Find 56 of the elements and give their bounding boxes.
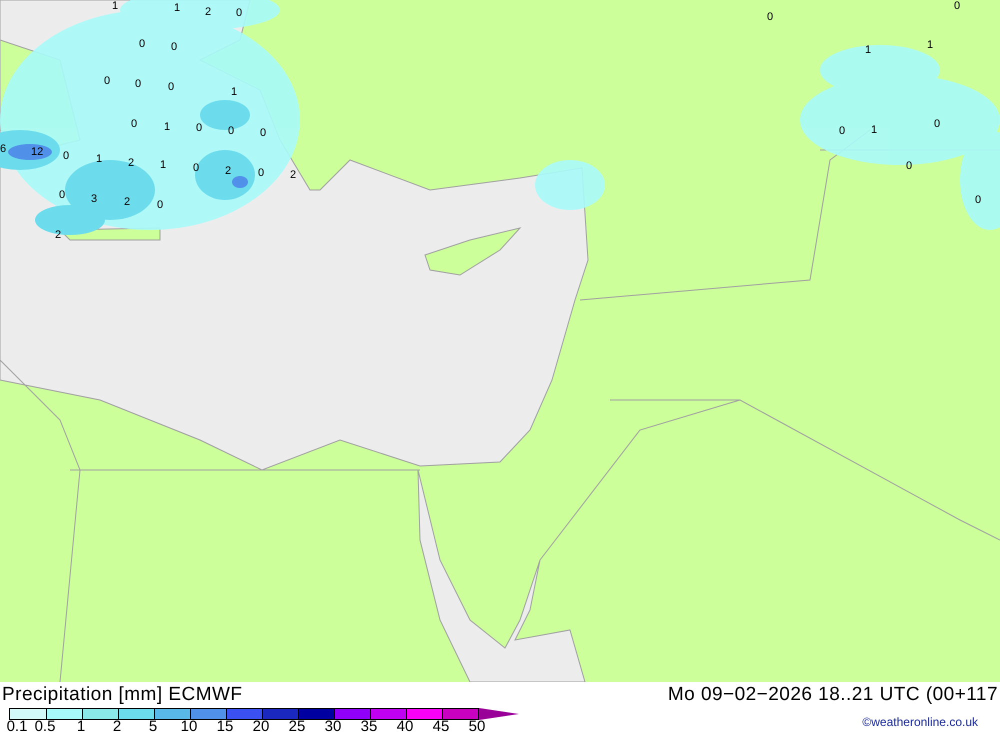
map-value-label: 0 — [975, 194, 982, 206]
map-value-label: 1 — [174, 2, 180, 14]
map-value-label: 1 — [112, 0, 118, 12]
map-value-label: 0 — [228, 125, 234, 137]
map-value-label: 1 — [160, 159, 166, 171]
map-value-label: 0 — [260, 127, 266, 139]
map-value-label: 1 — [865, 44, 872, 56]
legend-tick-label: 25 — [288, 720, 306, 733]
map-value-label: 0 — [236, 7, 242, 19]
map-value-label: 6 — [0, 143, 6, 155]
map-value-label: 12 — [31, 146, 44, 158]
map-value-label: 2 — [124, 196, 130, 208]
map-value-label: 0 — [139, 38, 146, 50]
map-value-label: 0 — [906, 160, 912, 172]
map-value-label: 1 — [231, 86, 238, 98]
map-value-label: 1 — [164, 121, 170, 133]
legend-tick-label: 2 — [112, 720, 122, 733]
map-title: Precipitation [mm] ECMWF — [1, 684, 242, 706]
map-value-label: 0 — [157, 199, 164, 211]
legend-tick-label: 15 — [216, 720, 234, 733]
legend-tick-label: 40 — [396, 720, 414, 733]
legend-tick-label: 35 — [360, 720, 378, 733]
map-value-label: 0 — [171, 41, 178, 53]
map-value-label: 0 — [767, 11, 774, 23]
map-value-label: 2 — [290, 169, 296, 181]
legend-tick-label: 1 — [76, 720, 86, 733]
map-value-label: 0 — [258, 167, 264, 179]
legend-tick-label: 5 — [148, 720, 158, 733]
map-value-label: 0 — [63, 150, 70, 162]
map-value-label: 1 — [96, 153, 102, 165]
legend-tick-label: 50 — [468, 720, 486, 733]
map-value-label: 0 — [135, 78, 142, 90]
map-value-label: 0 — [59, 189, 66, 201]
map-value-label: 2 — [205, 6, 212, 18]
valid-time: Mo 09−02−2026 18..21 UTC (00+117 — [668, 684, 999, 706]
map-value-label: 0 — [131, 118, 138, 130]
map-value-label: 0 — [839, 125, 846, 137]
legend-tick-label: 45 — [432, 720, 450, 733]
map-value-label: 0 — [196, 122, 202, 134]
map-value-label: 2 — [55, 229, 62, 241]
legend-tick-label: 30 — [324, 720, 342, 733]
map-value-label: 0 — [954, 0, 960, 12]
legend-tick-label: 0.5 — [34, 720, 56, 733]
map-value-label: 1 — [927, 39, 934, 51]
map-value-label: 3 — [91, 193, 98, 205]
map-value-label: 1 — [871, 124, 878, 136]
legend-tick-label: 10 — [180, 720, 198, 733]
map-value-label: 2 — [128, 157, 134, 169]
map-value-label: 0 — [934, 118, 940, 130]
copyright-text: ©weatheronline.co.uk — [862, 714, 978, 731]
legend-tick-label: 0.1 — [6, 720, 28, 733]
map-value-label: 0 — [193, 162, 200, 174]
map-value-label: 0 — [104, 75, 110, 87]
legend-tick-label: 20 — [252, 720, 270, 733]
map-value-label: 2 — [225, 165, 232, 177]
map-value-label: 0 — [168, 81, 174, 93]
